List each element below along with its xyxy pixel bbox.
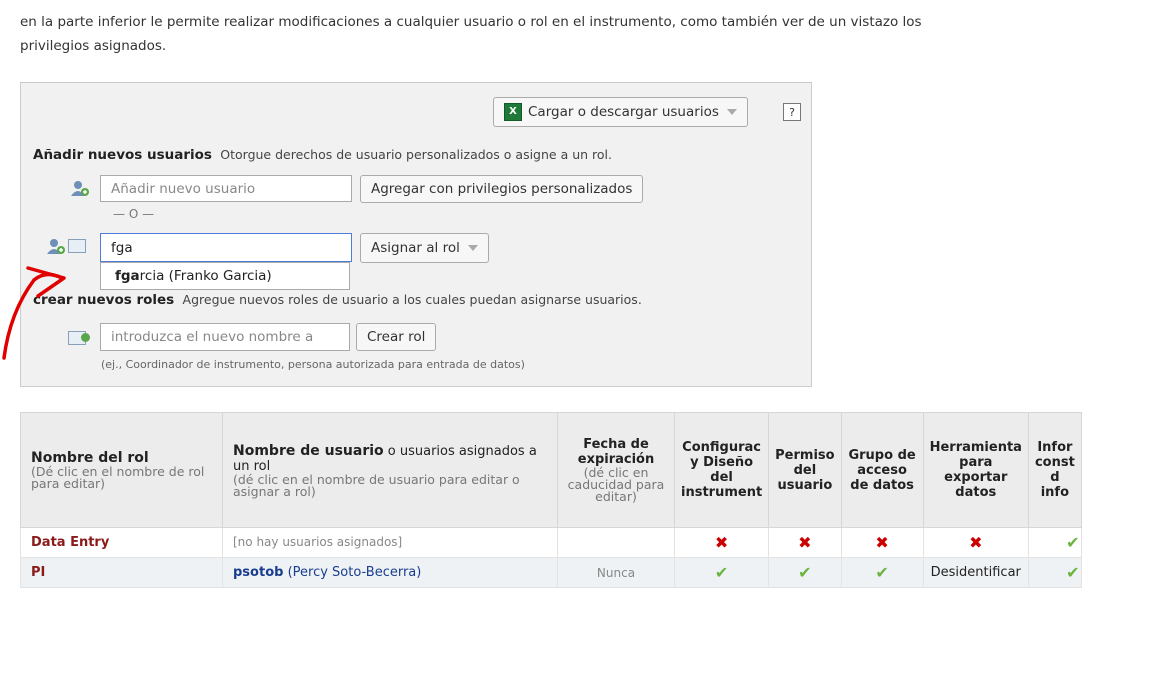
header-username: Nombre de usuario o usuarios asignados a… — [222, 412, 558, 528]
help-button[interactable]: ? — [783, 103, 801, 121]
chevron-down-icon — [726, 109, 737, 115]
new-role-input[interactable]: introduzca el nuevo nombre a — [100, 323, 350, 351]
new-user-input[interactable]: Añadir nuevo usuario — [100, 175, 352, 202]
intro-line-1: en la parte inferior le permite realizar… — [20, 14, 922, 30]
assign-user-value: fga — [111, 239, 133, 256]
create-roles-heading: crear nuevos roles Agregue nuevos roles … — [33, 292, 642, 308]
assigned-users-cell[interactable]: psotob (Percy Soto-Becerra) — [222, 557, 558, 588]
config-check-icon: ✔ — [673, 557, 770, 588]
assigned-users-cell[interactable]: [no hay usuarios asignados] — [222, 527, 558, 558]
export-level-cell: Desidentificar — [922, 557, 1029, 588]
role-example-hint: (ej., Coordinador de instrumento, person… — [101, 358, 525, 371]
header-config: Configurac y Diseño del instrument — [673, 412, 770, 528]
table-header-row: Nombre del rol (Dé clic en el nombre de … — [20, 412, 1082, 528]
header-export: Herramienta para exportar datos — [922, 412, 1029, 528]
header-expiration: Fecha de expiración (dé clic en caducida… — [557, 412, 675, 528]
suggestion-match: fga — [115, 268, 140, 284]
assign-user-icon — [47, 239, 65, 254]
upload-download-users-button[interactable]: X Cargar o descargar usuarios — [493, 97, 748, 127]
table-row: Data Entry [no hay usuarios asignados] ✖… — [20, 527, 1082, 558]
add-users-heading: Añadir nuevos usuarios Otorgue derechos … — [33, 147, 612, 163]
config-x-icon: ✖ — [673, 527, 770, 558]
permissions-x-icon: ✖ — [768, 527, 842, 558]
user-suggestion-item[interactable]: fga rcia (Franko Garcia) — [100, 262, 350, 290]
header-dag: Grupo de acceso de datos — [840, 412, 924, 528]
table-row: PI psotob (Percy Soto-Becerra) Nunca ✔ ✔… — [20, 557, 1082, 588]
excel-icon: X — [504, 103, 522, 121]
role-name-link[interactable]: Data Entry — [20, 527, 223, 558]
add-role-plus-icon — [81, 333, 90, 342]
expiration-cell[interactable] — [557, 527, 675, 558]
expiration-cell[interactable]: Nunca — [557, 557, 675, 588]
role-name-link[interactable]: PI — [20, 557, 223, 588]
chevron-down-icon — [467, 245, 478, 251]
suggestion-rest: rcia (Franko Garcia) — [139, 268, 272, 284]
intro-text: en la parte inferior le permite realizar… — [20, 10, 1120, 58]
create-role-button[interactable]: Crear rol — [356, 323, 437, 351]
roles-table: Nombre del rol (Dé clic en el nombre de … — [20, 412, 1082, 588]
reports-check-icon: ✔ — [1027, 527, 1082, 558]
assign-user-input[interactable]: fga — [100, 233, 352, 262]
dag-x-icon: ✖ — [840, 527, 924, 558]
new-role-placeholder: introduzca el nuevo nombre a — [111, 329, 314, 345]
dag-check-icon: ✔ — [840, 557, 924, 588]
upload-download-users-label: Cargar o descargar usuarios — [528, 104, 719, 120]
header-permissions: Permiso del usuario — [768, 412, 842, 528]
annotation-arrow — [2, 266, 66, 360]
new-user-placeholder: Añadir nuevo usuario — [111, 180, 256, 197]
export-x-icon: ✖ — [922, 527, 1029, 558]
role-card-icon — [68, 239, 86, 253]
intro-line-2: privilegios asignados. — [20, 38, 167, 54]
add-user-icon — [71, 181, 89, 196]
create-roles-description: Agregue nuevos roles de usuario a los cu… — [182, 292, 642, 307]
or-divider: — O — — [113, 207, 155, 221]
header-role-name: Nombre del rol (Dé clic en el nombre de … — [20, 412, 223, 528]
add-users-title: Añadir nuevos usuarios — [33, 147, 212, 163]
assign-to-role-button[interactable]: Asignar al rol — [360, 233, 489, 263]
reports-check-icon: ✔ — [1027, 557, 1082, 588]
add-users-description: Otorgue derechos de usuario personalizad… — [220, 147, 612, 162]
add-with-custom-privileges-button[interactable]: Agregar con privilegios personalizados — [360, 175, 644, 203]
permissions-check-icon: ✔ — [768, 557, 842, 588]
user-management-panel: X Cargar o descargar usuarios ? Añadir n… — [20, 82, 812, 387]
header-reports: Infor const d info — [1027, 412, 1082, 528]
